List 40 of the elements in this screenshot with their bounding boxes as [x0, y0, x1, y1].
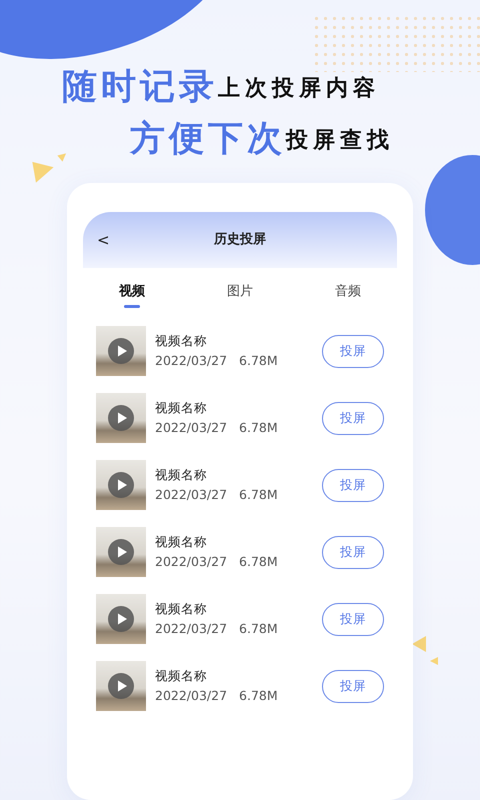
play-icon — [108, 606, 134, 632]
play-icon — [108, 472, 134, 498]
file-size: 6.78M — [239, 554, 278, 569]
headline-text: 随时记录 — [62, 68, 218, 106]
triangle-decoration — [430, 657, 438, 665]
video-date: 2022/03/27 — [155, 621, 228, 636]
screen-title: 历史投屏 — [214, 231, 266, 250]
video-name: 视频名称 — [155, 332, 208, 349]
play-icon — [108, 673, 134, 699]
cast-button[interactable]: 投屏 — [322, 602, 384, 636]
video-name: 视频名称 — [155, 668, 208, 684]
play-icon — [108, 338, 134, 364]
cast-button[interactable]: 投屏 — [322, 670, 384, 702]
headline-text: 上次投屏内容 — [218, 76, 380, 103]
video-date: 2022/03/27 — [155, 353, 228, 368]
headline-text: 方便下次 — [130, 120, 286, 158]
play-icon — [108, 539, 134, 565]
video-name: 视频名称 — [155, 534, 208, 550]
video-date: 2022/03/27 — [155, 554, 228, 569]
file-size: 6.78M — [239, 621, 278, 636]
video-name: 视频名称 — [155, 466, 208, 483]
video-date: 2022/03/27 — [155, 688, 228, 703]
file-size: 6.78M — [239, 688, 278, 703]
video-name: 视频名称 — [155, 600, 208, 617]
video-name: 视频名称 — [155, 400, 208, 416]
tab[interactable]: 视频 — [117, 282, 147, 308]
video-date: 2022/03/27 — [155, 487, 228, 502]
file-size: 6.78M — [239, 353, 278, 368]
file-size: 6.78M — [239, 487, 278, 502]
back-button[interactable]: < — [91, 232, 116, 248]
tab[interactable]: 图片 — [225, 282, 255, 308]
video-date: 2022/03/27 — [155, 420, 228, 435]
file-size: 6.78M — [239, 420, 278, 435]
cast-button[interactable]: 投屏 — [322, 536, 384, 568]
play-icon — [108, 405, 134, 431]
headline-text: 投屏查找 — [286, 128, 394, 155]
cast-button[interactable]: 投屏 — [322, 402, 384, 434]
cast-button[interactable]: 投屏 — [322, 468, 384, 502]
tab[interactable]: 音频 — [333, 282, 363, 308]
cast-button[interactable]: 投屏 — [322, 334, 384, 368]
